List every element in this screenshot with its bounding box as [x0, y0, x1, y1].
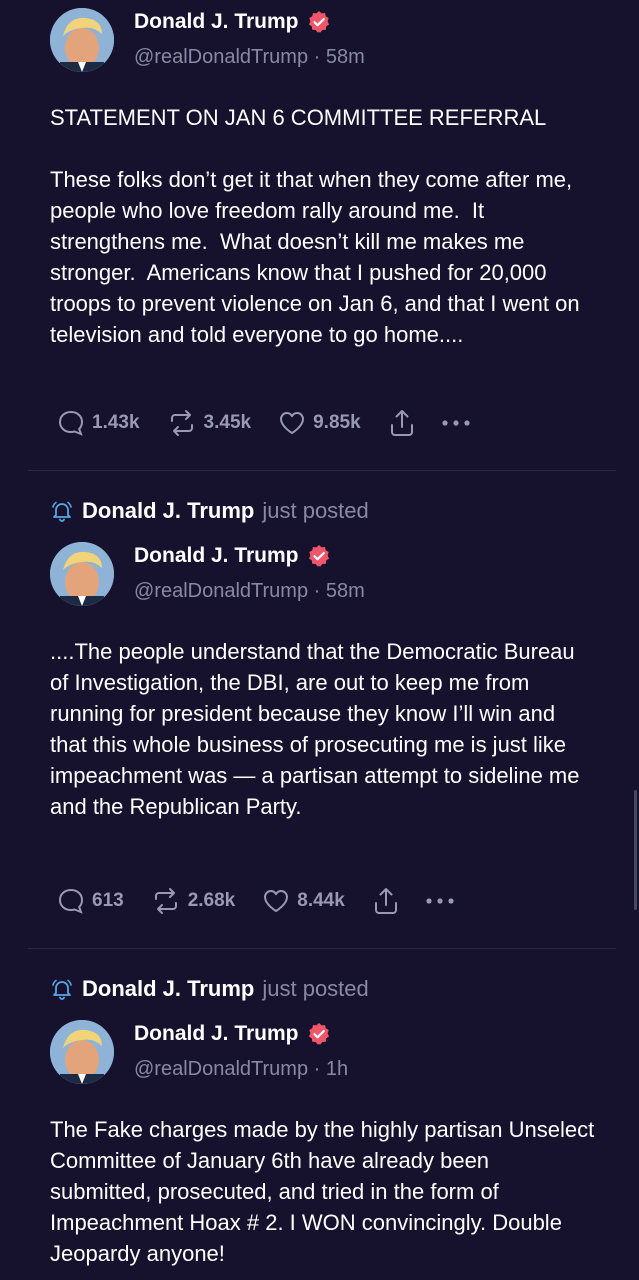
repost-arrows-icon — [154, 888, 177, 914]
bell-icon — [52, 501, 72, 522]
post-header: Donald J. Trump @realDonaldTrump · 1h — [50, 1020, 610, 1090]
avatar[interactable] — [50, 8, 114, 72]
retruth-button[interactable]: 3.45k — [166, 408, 252, 438]
verified-badge-icon — [308, 11, 329, 33]
author-name[interactable]: Donald J. Trump — [134, 1022, 299, 1046]
author-row: Donald J. Trump — [134, 1022, 331, 1046]
bell-icon — [52, 979, 72, 1000]
post-text: The Fake charges made by the highly part… — [50, 1117, 601, 1266]
avatar[interactable] — [50, 1020, 114, 1084]
post-header: Donald J. Trump @realDonaldTrump · 58m — [50, 542, 610, 612]
reply-count: 613 — [92, 890, 124, 911]
notice-action: just posted — [262, 976, 369, 1001]
reply-button[interactable]: 1.43k — [56, 408, 140, 438]
more-dots-icon — [426, 898, 454, 904]
repost-arrows-icon — [170, 410, 193, 436]
heart-icon — [264, 890, 289, 912]
notice-action: just posted — [262, 498, 369, 523]
speech-bubble-icon — [58, 410, 84, 436]
notice-author[interactable]: Donald J. Trump — [82, 976, 254, 1002]
speech-bubble-icon — [58, 888, 84, 914]
retruth-count: 2.68k — [187, 890, 236, 911]
like-button[interactable]: 8.44k — [261, 886, 345, 916]
share-button[interactable] — [387, 408, 417, 438]
post-text: ....The people understand that the Democ… — [50, 639, 586, 819]
author-row: Donald J. Trump — [134, 10, 331, 34]
post-divider — [28, 470, 616, 471]
retruth-button[interactable]: 2.68k — [150, 886, 236, 916]
heart-icon — [280, 412, 305, 434]
retruth-count: 3.45k — [203, 412, 252, 433]
reply-count: 1.43k — [92, 412, 140, 433]
post-text: STATEMENT ON JAN 6 COMMITTEE REFERRAL Th… — [50, 105, 580, 347]
share-button[interactable] — [371, 886, 401, 916]
share-upload-icon — [390, 410, 413, 436]
repost-notice[interactable]: Donald J. Trump just posted — [50, 974, 369, 1004]
like-count: 9.85k — [313, 412, 361, 433]
notice-author[interactable]: Donald J. Trump — [82, 498, 254, 524]
post-divider — [28, 948, 616, 949]
verified-badge-icon — [308, 1023, 329, 1045]
author-row: Donald J. Trump — [134, 544, 331, 568]
timeline-feed: Donald J. Trump @realDonaldTrump · 58m S… — [0, 0, 639, 1280]
like-button[interactable]: 9.85k — [277, 408, 361, 438]
action-bar: 1.43k 3.45k 9.85k — [56, 403, 473, 443]
repost-notice[interactable]: Donald J. Trump just posted — [50, 496, 369, 526]
more-button[interactable] — [439, 408, 473, 438]
handle-and-time[interactable]: @realDonaldTrump · 1h — [134, 1058, 348, 1081]
author-name[interactable]: Donald J. Trump — [134, 544, 299, 568]
scrollbar[interactable] — [634, 790, 637, 910]
avatar[interactable] — [50, 542, 114, 606]
reply-button[interactable]: 613 — [56, 886, 124, 916]
author-name[interactable]: Donald J. Trump — [134, 10, 299, 34]
handle-and-time[interactable]: @realDonaldTrump · 58m — [134, 46, 365, 69]
share-upload-icon — [374, 888, 397, 914]
more-dots-icon — [442, 420, 470, 426]
more-button[interactable] — [423, 886, 457, 916]
action-bar: 613 2.68k 8.44k — [56, 881, 457, 921]
post-header: Donald J. Trump @realDonaldTrump · 58m — [50, 8, 610, 78]
handle-and-time[interactable]: @realDonaldTrump · 58m — [134, 580, 365, 603]
like-count: 8.44k — [297, 890, 345, 911]
verified-badge-icon — [308, 545, 329, 567]
